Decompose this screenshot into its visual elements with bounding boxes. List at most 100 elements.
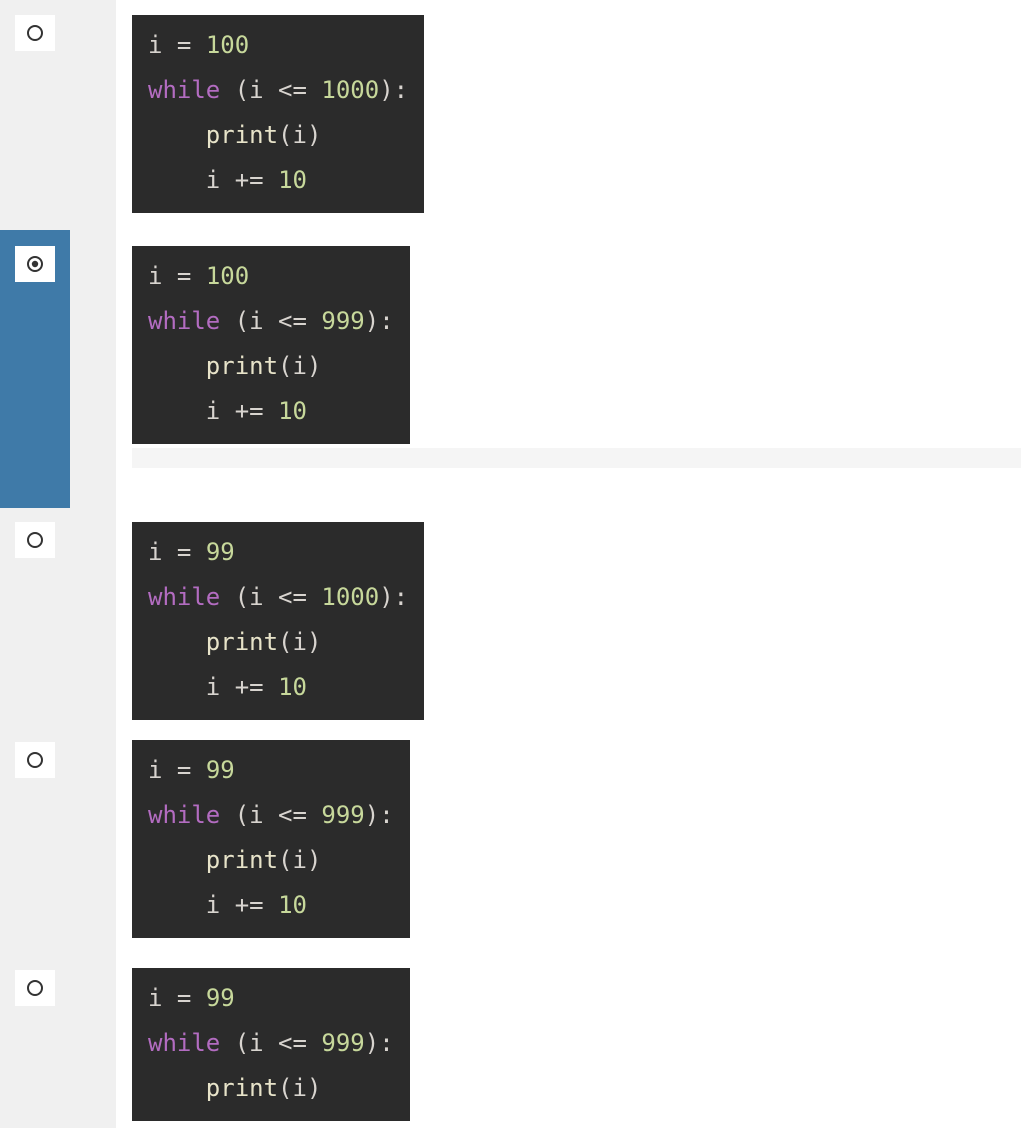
code-token: while: [148, 801, 220, 829]
code-token: +=: [235, 673, 264, 701]
code-token: ):: [365, 1029, 394, 1057]
code-option-5: i = 99while (i <= 999): print(i): [132, 968, 410, 1121]
code-token: (i): [278, 121, 321, 149]
code-token: 10: [278, 166, 307, 194]
code-token: 999: [321, 307, 364, 335]
code-token: [307, 1029, 321, 1057]
code-token: [264, 891, 278, 919]
code-line: print(i): [148, 344, 394, 389]
code-token: while: [148, 1029, 220, 1057]
code-option-1: i = 100while (i <= 1000): print(i) i += …: [132, 15, 424, 213]
code-token: ):: [379, 76, 408, 104]
code-token: [148, 1074, 206, 1102]
code-token: [148, 121, 206, 149]
answer-radio-4[interactable]: [15, 742, 55, 778]
code-token: ):: [365, 307, 394, 335]
code-token: =: [177, 31, 191, 59]
code-token: i: [148, 984, 177, 1012]
code-line: while (i <= 1000):: [148, 68, 408, 113]
code-token: 999: [321, 801, 364, 829]
code-line: i += 10: [148, 665, 408, 710]
answer-radio-1[interactable]: [15, 15, 55, 51]
code-token: [148, 628, 206, 656]
code-token: i: [148, 538, 177, 566]
code-line: i = 100: [148, 23, 408, 68]
code-line: i = 99: [148, 976, 394, 1021]
code-option-3: i = 99 while (i <= 1000): print(i) i += 1…: [132, 522, 424, 720]
code-token: 99: [206, 756, 235, 784]
code-token: [307, 76, 321, 104]
code-line: print(i): [148, 113, 408, 158]
code-option-4: i = 99while (i <= 999): print(i) i += 10: [132, 740, 410, 938]
code-line: i += 10: [148, 883, 394, 928]
code-line: print(i): [148, 838, 394, 883]
code-token: (i: [220, 1029, 278, 1057]
code-token: i: [148, 673, 235, 701]
code-token: 1000: [321, 76, 379, 104]
code-token: 100: [206, 262, 249, 290]
radio-unselected-icon: [25, 23, 45, 43]
code-token: i: [148, 397, 235, 425]
code-token: [191, 756, 205, 784]
code-token: (i): [278, 352, 321, 380]
code-line: i += 10: [148, 158, 408, 203]
code-line: i = 100: [148, 254, 394, 299]
code-line: while (i <= 999):: [148, 299, 394, 344]
code-line: i += 10: [148, 389, 394, 434]
code-token: +=: [235, 397, 264, 425]
code-token: (i: [220, 583, 278, 611]
code-token: +=: [235, 891, 264, 919]
code-token: (i: [220, 307, 278, 335]
code-token: 10: [278, 891, 307, 919]
code-token: <=: [278, 307, 307, 335]
code-token: [307, 307, 321, 335]
code-token: [264, 673, 278, 701]
code-token: i: [148, 262, 177, 290]
code-token: [148, 846, 206, 874]
code-token: [191, 984, 205, 1012]
highlight-row: [132, 448, 1021, 468]
code-token: =: [177, 538, 191, 566]
code-token: i: [148, 166, 235, 194]
content-area: i = 100while (i <= 1000): print(i) i += …: [116, 0, 1021, 1128]
code-token: <=: [278, 1029, 307, 1057]
code-token: (i): [278, 628, 321, 656]
code-token: =: [177, 262, 191, 290]
code-token: 999: [321, 1029, 364, 1057]
answer-radio-2[interactable]: [15, 246, 55, 282]
code-token: ):: [379, 583, 408, 611]
code-token: [307, 801, 321, 829]
code-token: <=: [278, 583, 307, 611]
code-token: 99: [206, 538, 235, 566]
code-token: [264, 397, 278, 425]
code-token: while: [148, 583, 220, 611]
code-line: while (i <= 999):: [148, 1021, 394, 1066]
answer-radio-5[interactable]: [15, 970, 55, 1006]
radio-unselected-icon: [25, 978, 45, 998]
code-line: print(i): [148, 620, 408, 665]
code-token: while: [148, 307, 220, 335]
code-token: i: [148, 31, 177, 59]
code-token: <=: [278, 801, 307, 829]
code-token: (i): [278, 1074, 321, 1102]
radio-unselected-icon: [25, 530, 45, 550]
code-token: i: [148, 891, 235, 919]
code-line: i = 99: [148, 748, 394, 793]
code-token: [307, 583, 321, 611]
radio-unselected-icon: [25, 750, 45, 770]
code-token: while: [148, 76, 220, 104]
code-token: i: [148, 756, 177, 784]
code-token: print: [206, 846, 278, 874]
code-token: [191, 31, 205, 59]
code-option-2: i = 100while (i <= 999): print(i) i += 1…: [132, 246, 410, 444]
code-token: print: [206, 628, 278, 656]
code-token: (i): [278, 846, 321, 874]
code-token: 1000: [321, 583, 379, 611]
code-line: print(i): [148, 1066, 394, 1111]
code-token: (i: [220, 801, 278, 829]
code-token: (i: [220, 76, 278, 104]
answer-radio-3[interactable]: [15, 522, 55, 558]
code-token: 10: [278, 397, 307, 425]
code-token: 10: [278, 673, 307, 701]
code-token: =: [177, 756, 191, 784]
